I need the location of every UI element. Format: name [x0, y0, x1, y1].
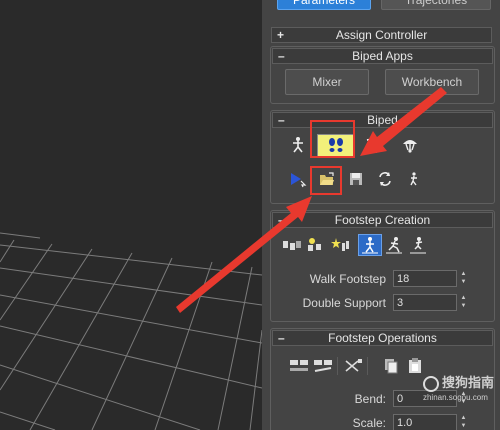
- scale-label: Scale:: [352, 416, 386, 430]
- walk-footstep-input[interactable]: 18: [393, 270, 457, 287]
- double-support-label: Double Support: [302, 296, 386, 310]
- scale-spinner[interactable]: ▲ ▼: [459, 414, 468, 430]
- footstep-creation-rollout: – Footstep Creation Walk Footstep 18 ▲ ▼ …: [270, 210, 495, 322]
- toolbar-divider: [337, 357, 338, 375]
- biped-apps-rollout: – Biped Apps Mixer Workbench: [270, 46, 495, 104]
- bend-icon[interactable]: [343, 356, 363, 376]
- watermark-text: 搜狗指南: [441, 375, 494, 390]
- walk-footstep-label: Walk Footstep: [309, 272, 386, 286]
- viewport[interactable]: [0, 0, 262, 430]
- biped-header[interactable]: – Biped: [272, 112, 493, 128]
- walk-footstep-spinner[interactable]: ▲ ▼: [459, 270, 468, 287]
- tab-parameters[interactable]: Parameters: [277, 0, 371, 10]
- jump-gait-icon[interactable]: [408, 235, 428, 255]
- collapse-toggle[interactable]: –: [278, 49, 285, 63]
- toolbar-divider: [367, 357, 368, 375]
- activate-footsteps-icon[interactable]: [289, 356, 309, 376]
- perspective-grid: [0, 232, 262, 430]
- walk-gait-button[interactable]: [358, 234, 382, 256]
- biped-rollout: – Biped: [270, 110, 495, 204]
- mixer-button[interactable]: Mixer: [285, 69, 369, 95]
- workbench-button[interactable]: Workbench: [385, 69, 479, 95]
- create-keys-icon[interactable]: [330, 235, 350, 255]
- load-file-highlight: [310, 166, 342, 195]
- playlist-icon[interactable]: [288, 169, 308, 189]
- watermark: 搜狗指南 zhinan.sogou.com: [422, 372, 494, 402]
- double-support-spinner[interactable]: ▲ ▼: [459, 294, 468, 311]
- double-support-row: Double Support 3 ▲ ▼: [271, 293, 494, 313]
- sogou-logo-icon: [422, 375, 439, 392]
- rollout-title: Assign Controller: [335, 28, 428, 42]
- expand-toggle[interactable]: +: [277, 28, 284, 42]
- tab-trajectories[interactable]: Trajectories: [381, 0, 491, 10]
- assign-controller-rollout: + Assign Controller: [270, 26, 493, 44]
- mixer-mode-icon[interactable]: [400, 135, 420, 155]
- command-panel: Parameters Trajectories + Assign Control…: [267, 0, 500, 430]
- scale-input[interactable]: 1.0: [393, 414, 457, 430]
- move-all-mode-icon[interactable]: [404, 169, 424, 189]
- deactivate-footsteps-icon[interactable]: [313, 356, 333, 376]
- create-footsteps-current-icon[interactable]: [306, 235, 326, 255]
- bend-label: Bend:: [354, 392, 386, 406]
- biped-apps-header[interactable]: – Biped Apps: [272, 48, 493, 64]
- rollout-title: Footstep Creation: [334, 213, 431, 227]
- double-support-input[interactable]: 3: [393, 294, 457, 311]
- collapse-toggle[interactable]: –: [278, 331, 285, 345]
- figure-mode-icon[interactable]: [288, 135, 308, 155]
- watermark-url: zhinan.sogou.com: [422, 392, 488, 402]
- footstep-mode-highlight: [310, 120, 355, 158]
- assign-controller-header[interactable]: + Assign Controller: [271, 27, 492, 43]
- rollout-title: Biped: [367, 113, 398, 127]
- walk-footstep-row: Walk Footstep 18 ▲ ▼: [271, 269, 494, 289]
- footstep-operations-header[interactable]: – Footstep Operations: [272, 330, 493, 346]
- walk-gait-icon: [362, 237, 378, 254]
- run-gait-icon[interactable]: [384, 235, 404, 255]
- collapse-toggle[interactable]: –: [278, 213, 285, 227]
- rollout-title: Footstep Operations: [328, 331, 437, 345]
- save-file-icon[interactable]: [346, 169, 366, 189]
- footstep-creation-header[interactable]: – Footstep Creation: [272, 212, 493, 228]
- collapse-toggle[interactable]: –: [278, 113, 285, 127]
- scale-row: Scale: 1.0 ▲ ▼: [271, 413, 494, 430]
- motion-flow-mode-icon[interactable]: [363, 135, 383, 155]
- create-footsteps-append-icon[interactable]: [282, 235, 302, 255]
- convert-icon[interactable]: [375, 169, 395, 189]
- rollout-title: Biped Apps: [352, 49, 413, 63]
- copy-footsteps-icon[interactable]: [381, 356, 401, 376]
